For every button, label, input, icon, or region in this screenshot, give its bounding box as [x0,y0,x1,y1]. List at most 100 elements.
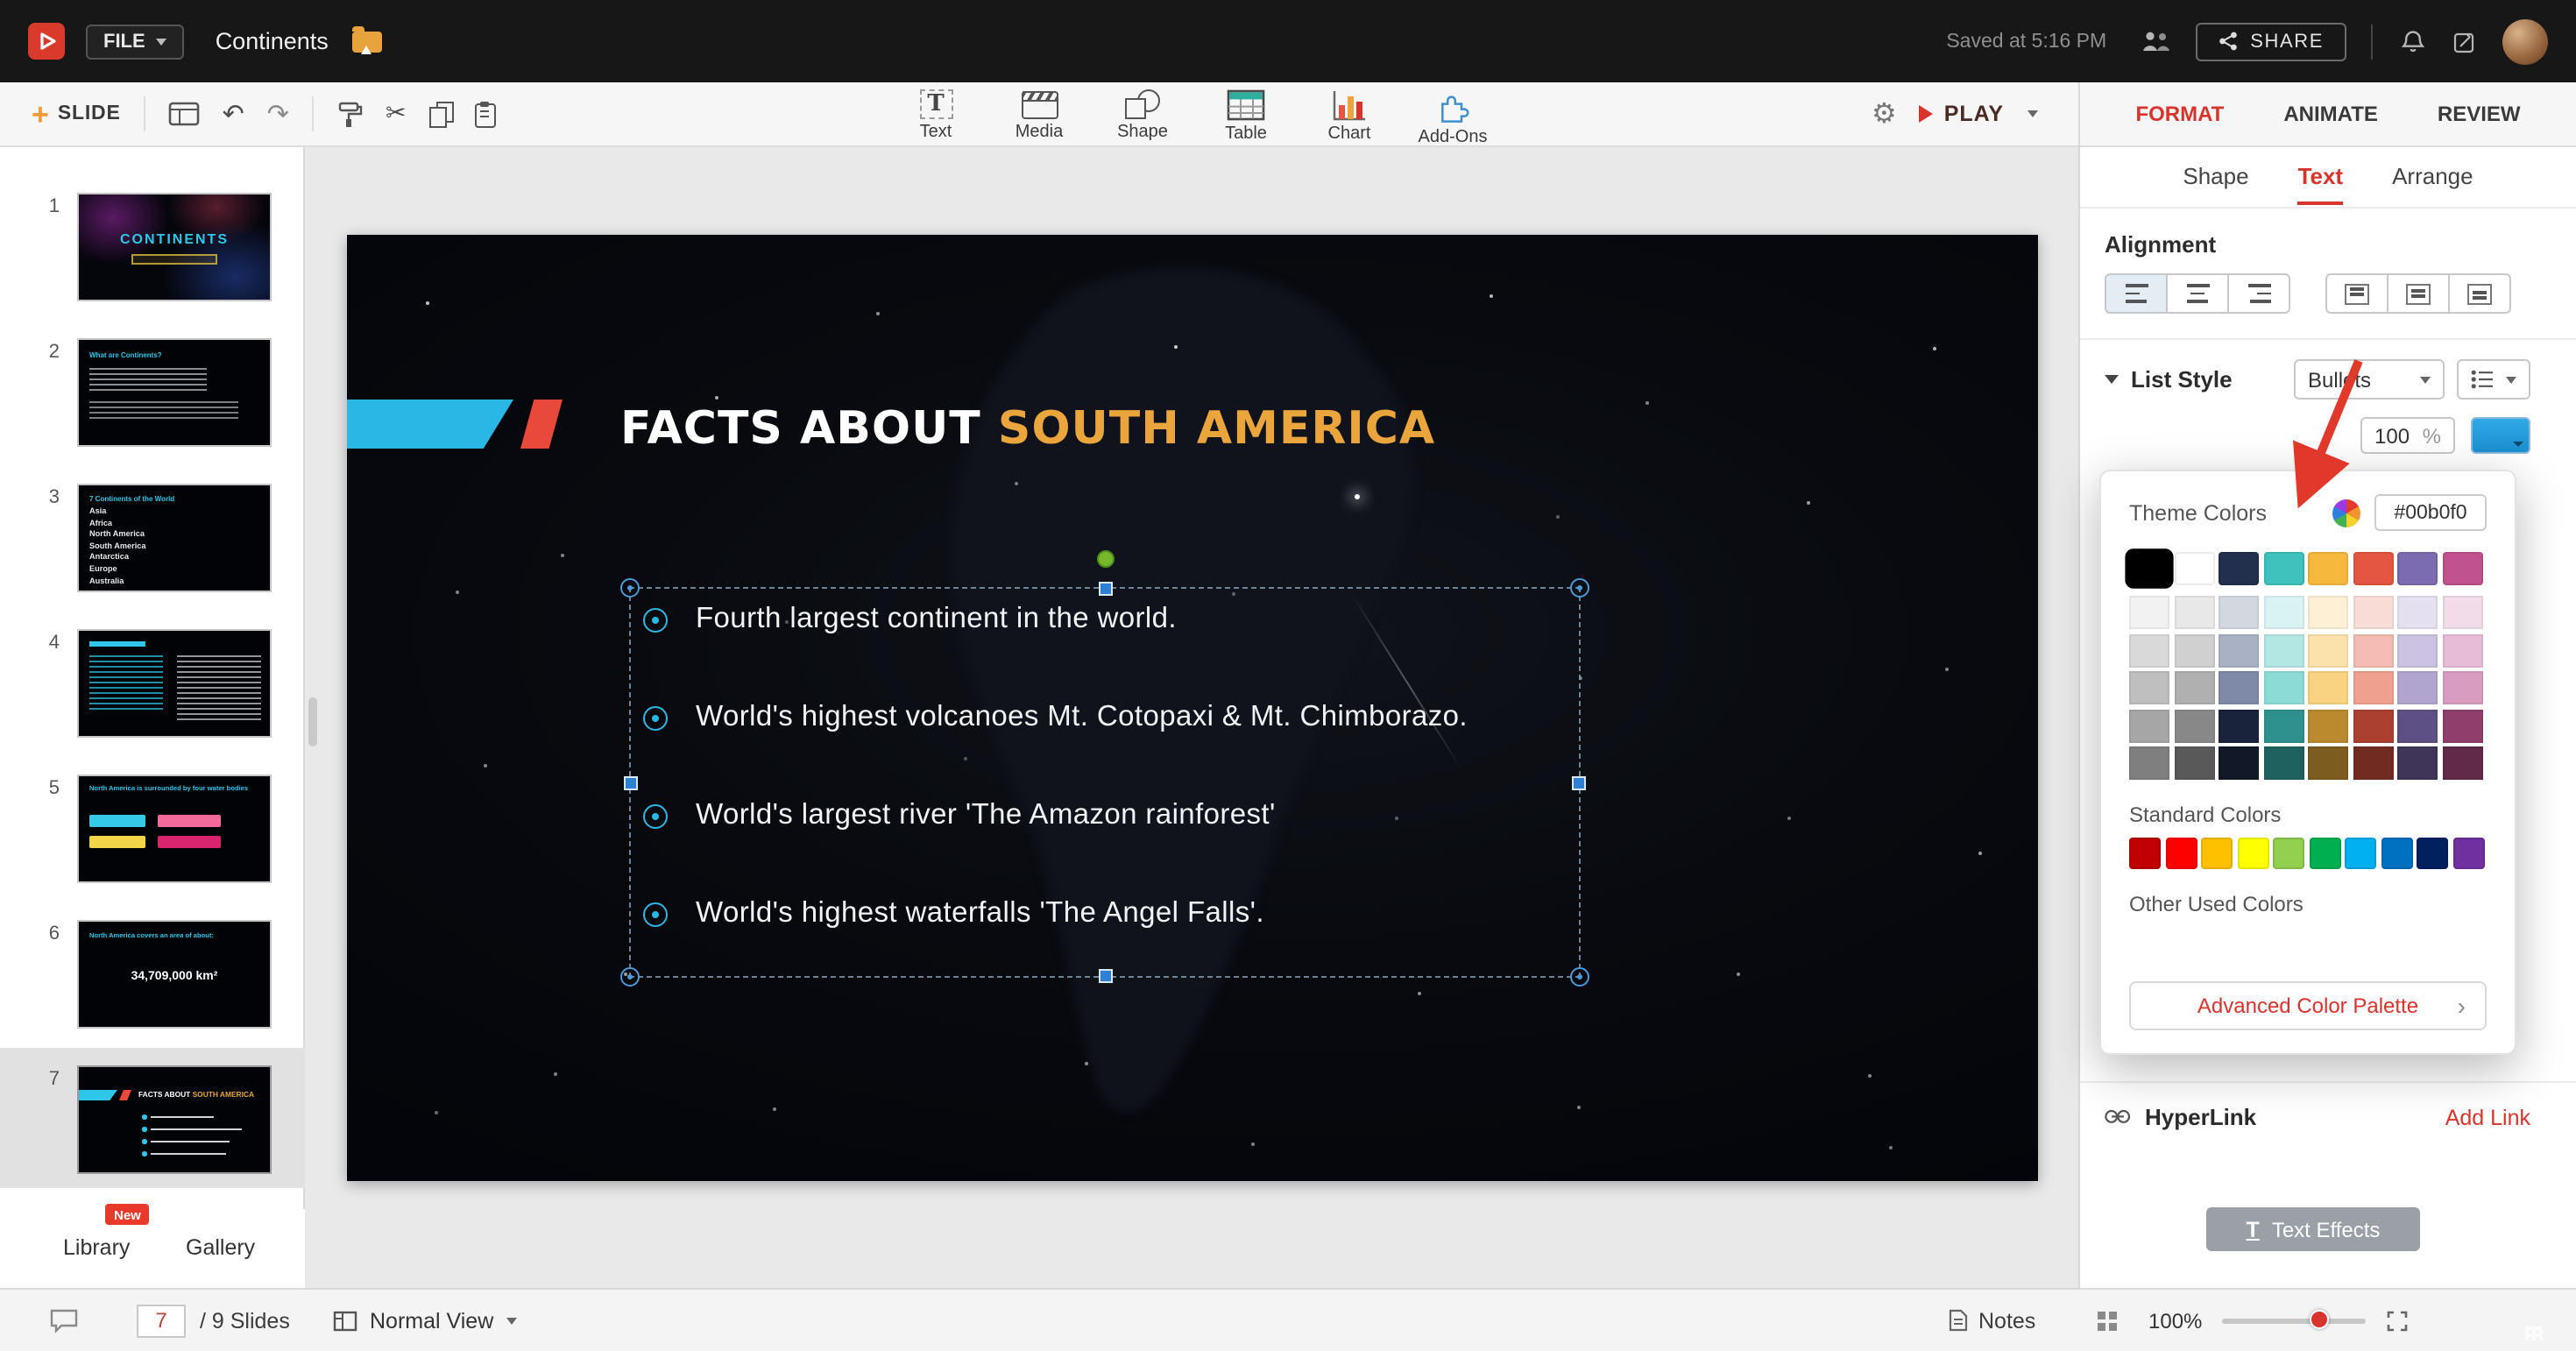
format-painter-icon[interactable] [336,101,363,127]
theme-tint-swatch[interactable] [2174,596,2214,629]
theme-tint-swatch[interactable] [2129,596,2169,629]
standard-color-swatch[interactable] [2452,838,2484,869]
zoom-slider[interactable] [2222,1318,2366,1323]
theme-tint-swatch[interactable] [2442,671,2482,704]
user-avatar[interactable] [2502,18,2548,64]
standard-color-swatch[interactable] [2417,838,2448,869]
gallery-tab[interactable]: Gallery [186,1235,255,1260]
theme-tint-swatch[interactable] [2219,596,2259,629]
hex-color-input[interactable] [2374,494,2487,531]
slide-thumbnail-1[interactable]: 1 CONTINENTS [0,193,305,331]
theme-tint-swatch[interactable] [2263,633,2304,667]
subtab-shape[interactable]: Shape [2183,163,2248,202]
share-button[interactable]: SHARE [2196,22,2346,60]
list-type-dropdown[interactable]: Bullets [2294,359,2445,400]
theme-tint-swatch[interactable] [2442,709,2482,742]
new-slide-button[interactable]: + SLIDE [32,99,121,129]
align-center-button[interactable] [2166,273,2229,314]
slide-canvas[interactable]: FACTS ABOUT SOUTH AMERICA Fourth largest… [347,235,2038,1181]
theme-tint-swatch[interactable] [2263,709,2304,742]
theme-tint-swatch[interactable] [2129,709,2169,742]
library-tab[interactable]: Library [63,1235,130,1260]
theme-tint-swatch[interactable] [2174,709,2214,742]
insert-table-button[interactable]: Table [1206,86,1286,147]
theme-tint-swatch[interactable] [2129,633,2169,667]
title-cyan-slash[interactable] [347,400,513,449]
subtab-text[interactable]: Text [2298,163,2344,205]
slide-thumbnail-3[interactable]: 3 7 Continents of the World AsiaAfricaNo… [0,484,305,622]
play-button[interactable]: PLAY [1920,102,2004,126]
grid-view-icon[interactable] [2096,1309,2119,1332]
thumbnail-image[interactable]: North America is surrounded by four wate… [77,775,272,883]
bullet-color-swatch-button[interactable] [2471,417,2530,454]
thumbnail-image[interactable]: 7 Continents of the World AsiaAfricaNort… [77,484,272,592]
standard-color-swatch[interactable] [2129,838,2161,869]
theme-tint-swatch[interactable] [2308,671,2348,704]
theme-tint-swatch[interactable] [2308,746,2348,780]
cut-scissors-icon[interactable]: ✂ [386,102,406,126]
theme-tint-swatch[interactable] [2174,633,2214,667]
zoom-slider-knob[interactable] [2310,1310,2329,1329]
slide-thumbnail-6[interactable]: 6 North America covers an area of about:… [0,920,305,1058]
undo-button[interactable]: ↶ [223,101,244,127]
theme-tint-swatch[interactable] [2353,671,2393,704]
document-title[interactable]: Continents [216,28,329,54]
theme-tint-swatch[interactable] [2308,596,2348,629]
theme-tint-swatch[interactable] [2397,633,2438,667]
fullscreen-icon[interactable] [2387,1310,2408,1331]
align-left-button[interactable] [2105,273,2168,314]
current-slide-input[interactable] [137,1304,186,1337]
theme-tint-swatch[interactable] [2442,746,2482,780]
theme-color-swatch[interactable] [2442,552,2482,585]
slide-bullet-list[interactable]: Fourth largest continent in the world. Wo… [643,603,1589,930]
collaborators-icon[interactable] [2138,26,2175,56]
theme-color-swatch[interactable] [2125,548,2173,589]
theme-tint-swatch[interactable] [2442,633,2482,667]
file-menu-button[interactable]: FILE [86,24,184,59]
valign-bottom-button[interactable] [2448,273,2511,314]
theme-color-swatch[interactable] [2397,552,2438,585]
slide-bullet-item[interactable]: World's highest volcanoes Mt. Cotopaxi &… [643,701,1589,734]
insert-chart-button[interactable]: Chart [1309,86,1390,147]
insert-media-button[interactable]: Media [999,86,1079,147]
standard-color-swatch[interactable] [2165,838,2197,869]
theme-color-swatch[interactable] [2219,552,2259,585]
standard-color-swatch[interactable] [2201,838,2233,869]
sidebar-resize-handle[interactable] [308,697,317,746]
view-mode-dropdown[interactable]: Normal View [333,1308,516,1333]
theme-tint-swatch[interactable] [2397,746,2438,780]
slide-bullet-item[interactable]: Fourth largest continent in the world. [643,603,1589,636]
theme-tint-swatch[interactable] [2174,746,2214,780]
bullet-size-input[interactable]: 100 % [2360,417,2455,454]
standard-color-swatch[interactable] [2345,838,2376,869]
slide-thumbnail-4[interactable]: 4 [0,629,305,767]
thumbnail-image[interactable]: CONTINENTS [77,193,272,301]
slide-title[interactable]: FACTS ABOUT SOUTH AMERICA [620,403,1435,456]
theme-tint-swatch[interactable] [2263,746,2304,780]
theme-tint-swatch[interactable] [2308,633,2348,667]
theme-tint-swatch[interactable] [2353,709,2393,742]
comments-icon[interactable] [49,1307,79,1333]
move-to-folder-icon[interactable] [353,31,383,52]
theme-tint-swatch[interactable] [2308,709,2348,742]
slide-bullet-item[interactable]: World's largest river 'The Amazon rainfo… [643,799,1589,832]
tab-review[interactable]: REVIEW [2438,102,2521,126]
resize-handle-bottom-right[interactable] [1570,967,1589,987]
title-red-slash[interactable] [520,400,563,449]
theme-tint-swatch[interactable] [2219,709,2259,742]
valign-middle-button[interactable] [2387,273,2450,314]
subtab-arrange[interactable]: Arrange [2392,163,2473,202]
resize-handle-bottom-left[interactable] [620,967,640,987]
app-logo-icon[interactable] [28,23,65,60]
notes-button[interactable]: Notes [1949,1308,2035,1333]
insert-text-button[interactable]: T Text [895,86,976,147]
theme-color-swatch[interactable] [2353,552,2393,585]
resize-handle-bottom[interactable] [1098,969,1112,983]
redo-button[interactable]: ↷ [267,101,289,127]
resize-handle-top-left[interactable] [620,578,640,598]
color-wheel-icon[interactable] [2332,499,2360,527]
theme-tint-swatch[interactable] [2219,746,2259,780]
theme-tint-swatch[interactable] [2353,633,2393,667]
text-effects-button[interactable]: T Text Effects [2206,1207,2420,1251]
resize-handle-left[interactable] [624,775,638,789]
